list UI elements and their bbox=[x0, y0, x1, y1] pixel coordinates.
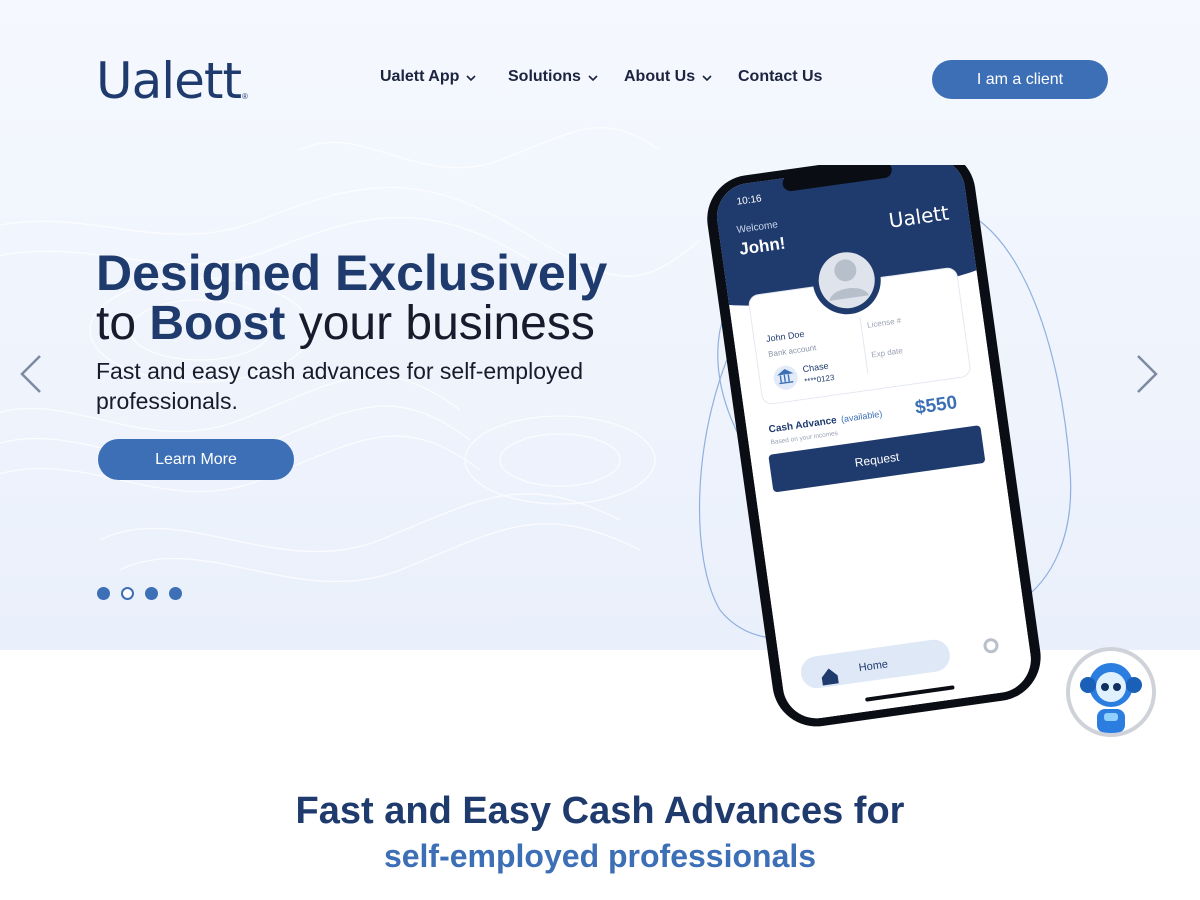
ualett-logo[interactable]: Ualett bbox=[96, 52, 242, 110]
nav-label: Contact Us bbox=[738, 68, 823, 85]
nav-solutions[interactable]: Solutions bbox=[508, 68, 599, 86]
nav-label: Ualett App bbox=[380, 68, 460, 85]
phone-illustration: 10:16 Welcome John! Ualett John Doe Bank… bbox=[707, 149, 1041, 727]
chevron-down-icon bbox=[587, 71, 599, 83]
nav-contact-us[interactable]: Contact Us bbox=[738, 68, 822, 86]
chevron-down-icon bbox=[701, 71, 713, 83]
carousel-dots bbox=[97, 587, 182, 600]
nav-label: Solutions bbox=[508, 68, 581, 85]
robot-icon bbox=[1080, 663, 1142, 733]
headline-highlight: Boost bbox=[149, 297, 286, 350]
client-login-button[interactable]: I am a client bbox=[932, 60, 1108, 99]
chevron-left-icon[interactable] bbox=[16, 352, 46, 396]
headline-text: to bbox=[96, 297, 150, 350]
carousel-dot[interactable] bbox=[169, 587, 182, 600]
hero-subtitle: Fast and easy cash advances for self-emp… bbox=[96, 358, 584, 414]
registered-mark: ® bbox=[242, 92, 248, 101]
nav-about-us[interactable]: About Us bbox=[624, 68, 713, 86]
nav-ualett-app[interactable]: Ualett App bbox=[380, 68, 477, 86]
section-title: Fast and Easy Cash Advances for bbox=[295, 790, 905, 832]
nav-label: About Us bbox=[624, 68, 696, 85]
chevron-down-icon bbox=[465, 71, 477, 83]
section-subtitle: self-employed professionals bbox=[383, 838, 817, 874]
phone-mockup: 10:16 Welcome John! Ualett John Doe Bank… bbox=[700, 149, 1100, 750]
headline-text: your business bbox=[285, 297, 595, 350]
hero-headline: Designed Exclusively bbox=[96, 245, 608, 301]
learn-more-button[interactable]: Learn More bbox=[98, 439, 294, 480]
chatbot-avatar[interactable] bbox=[1066, 647, 1156, 737]
hero-headline-line2: to Boost your business bbox=[96, 296, 595, 351]
chevron-right-icon[interactable] bbox=[1132, 352, 1162, 396]
carousel-dot-active[interactable] bbox=[121, 587, 134, 600]
carousel-dot[interactable] bbox=[145, 587, 158, 600]
carousel-dot[interactable] bbox=[97, 587, 110, 600]
